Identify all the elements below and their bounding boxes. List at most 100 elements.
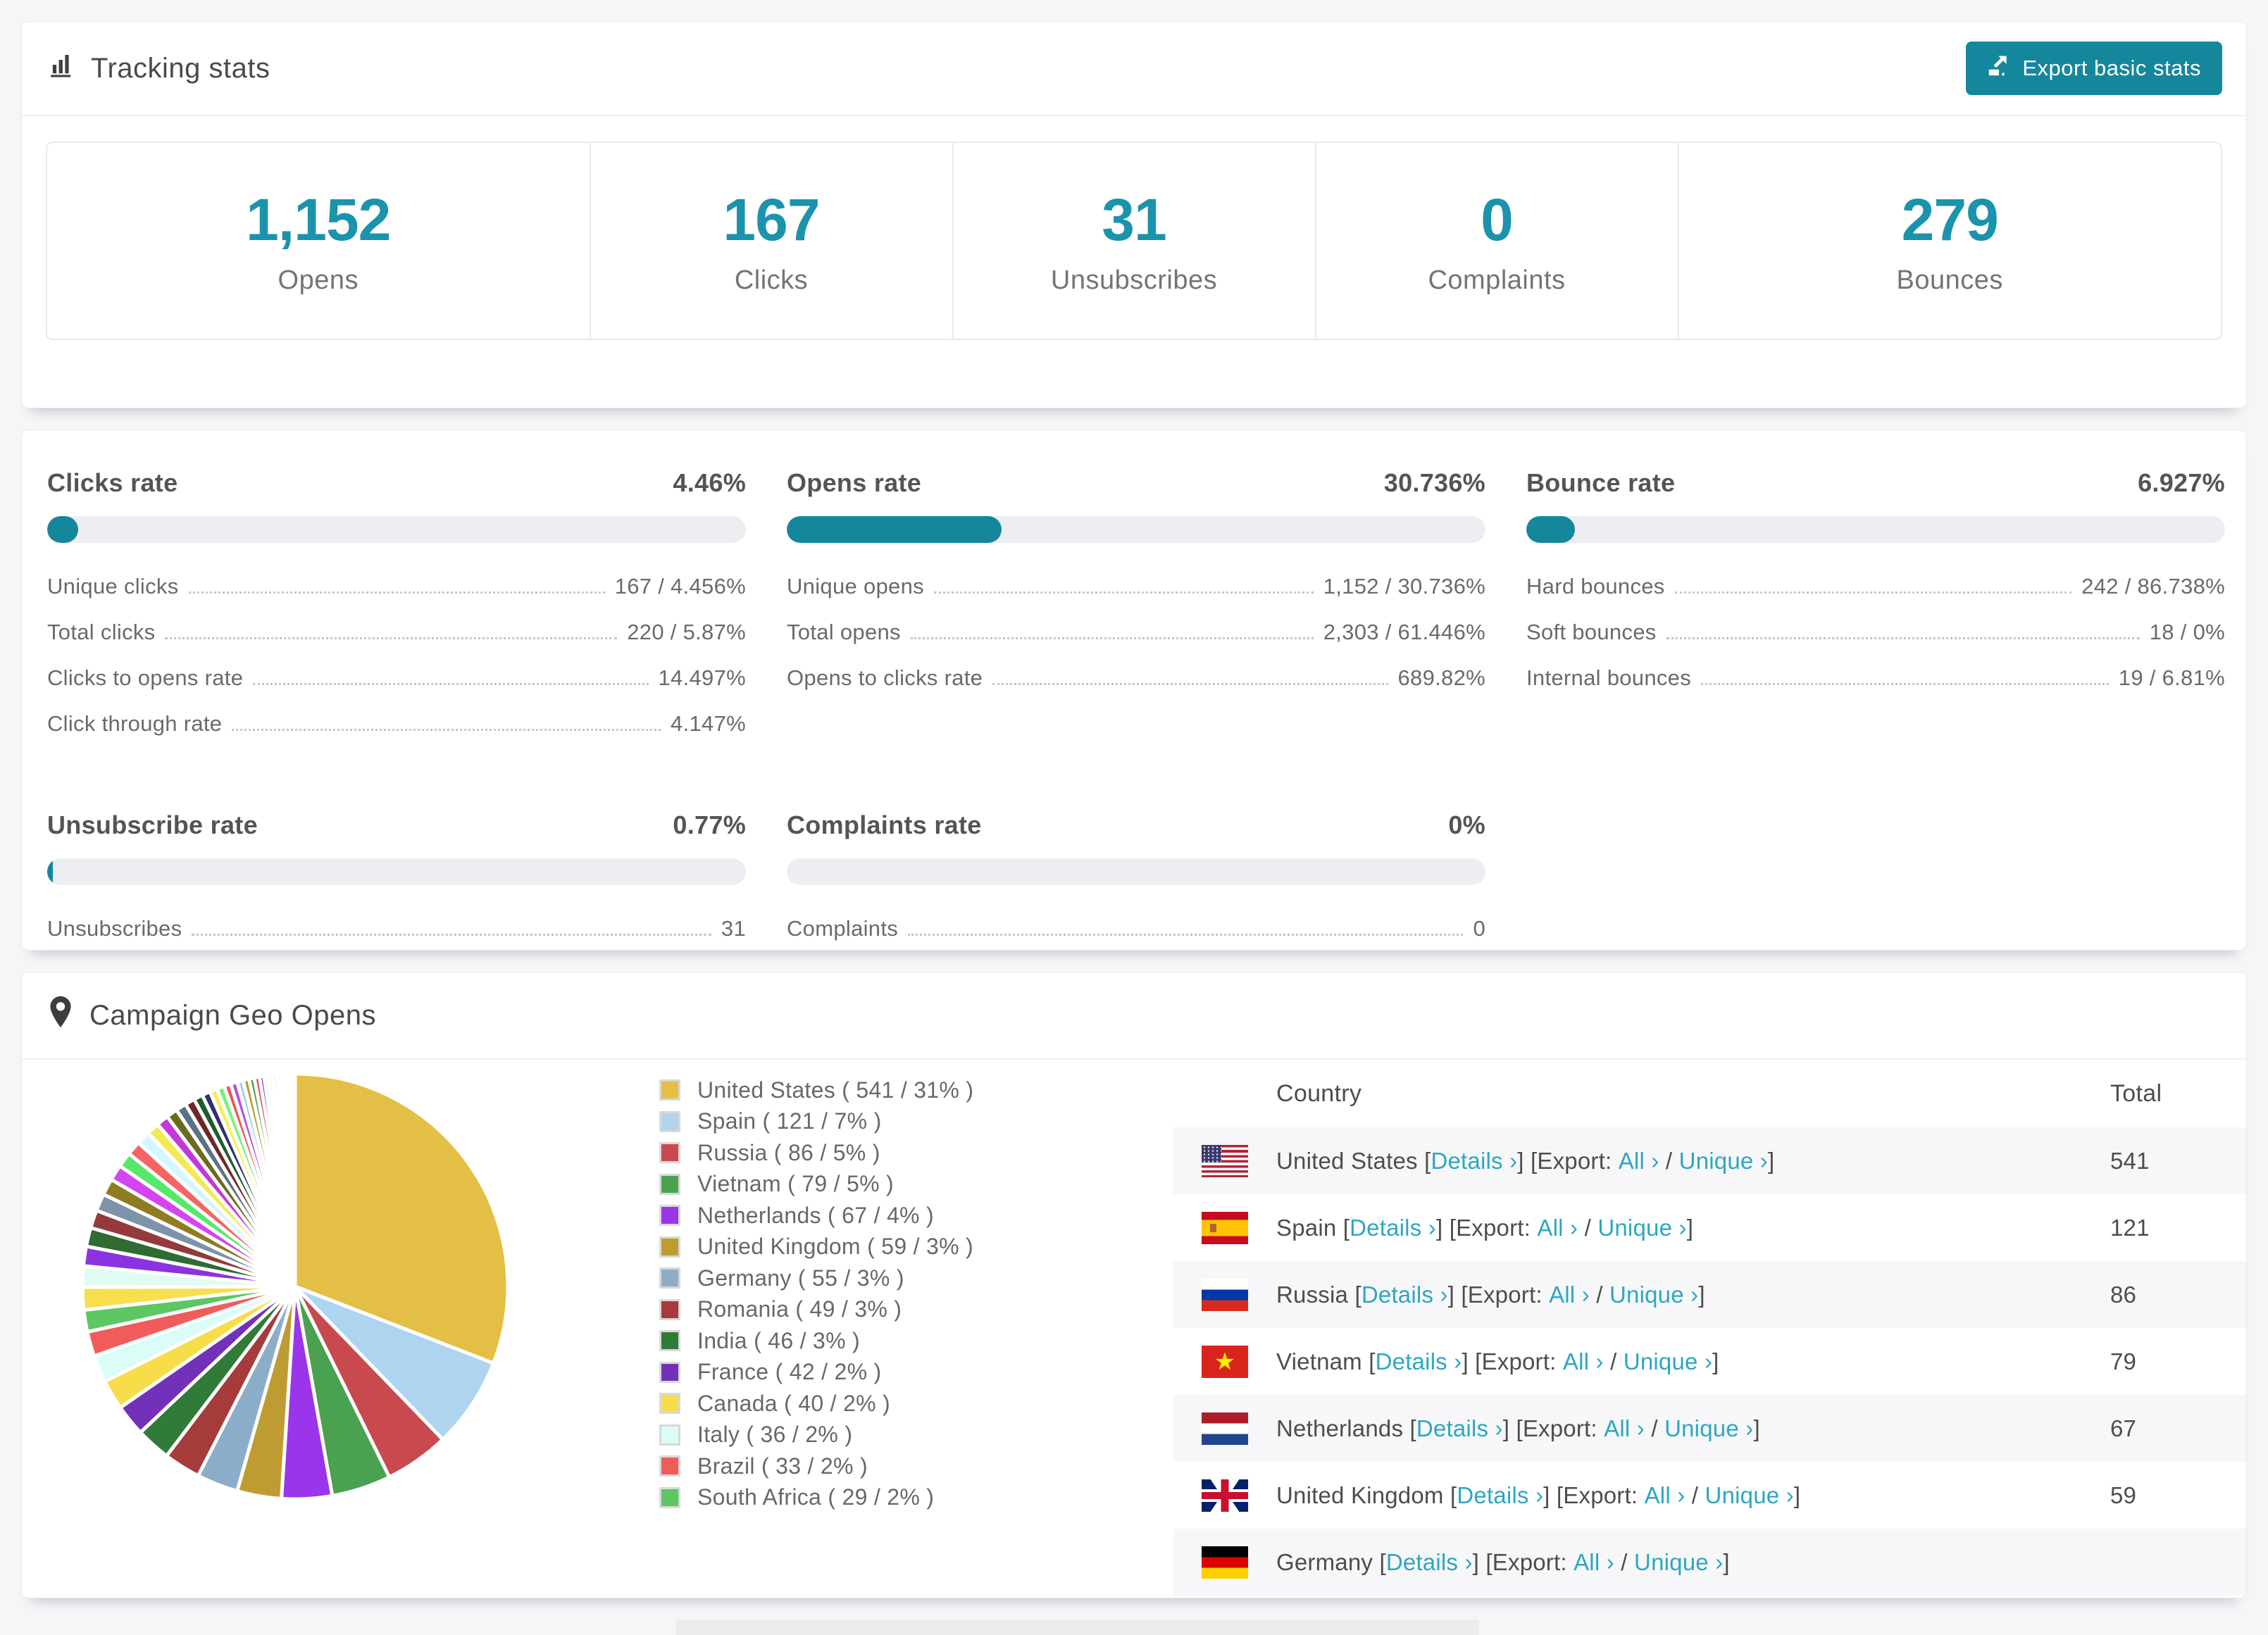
legend-item[interactable]: Canada ( 40 / 2% ) (659, 1391, 973, 1416)
export-all-link[interactable]: All › (1563, 1348, 1604, 1375)
rate-detail-value: 0 (1473, 916, 1485, 941)
legend-item[interactable]: France ( 42 / 2% ) (659, 1359, 973, 1384)
country-name: Russia [ (1276, 1281, 1362, 1308)
stat-cell: 0 Complaints (1316, 143, 1679, 339)
country-cell: Russia [Details ›] [Export: All › / Uniq… (1202, 1278, 1705, 1311)
legend-item[interactable]: Italy ( 36 / 2% ) (659, 1422, 973, 1447)
country-cell: Germany [Details ›] [Export: All › / Uni… (1202, 1546, 1730, 1579)
bracket-text: ] [Export: (1462, 1348, 1563, 1374)
details-link[interactable]: Details › (1457, 1482, 1543, 1509)
legend-item[interactable]: United Kingdom ( 59 / 3% ) (659, 1234, 973, 1259)
legend-item[interactable]: Brazil ( 33 / 2% ) (659, 1453, 973, 1479)
export-all-link[interactable]: All › (1645, 1482, 1686, 1509)
export-all-link[interactable]: All › (1549, 1282, 1590, 1308)
geo-table-body: United States [Details ›] [Export: All ›… (1173, 1127, 2246, 1596)
pie-slice[interactable] (292, 1072, 297, 1289)
details-link[interactable]: Details › (1386, 1549, 1473, 1576)
export-unique-link[interactable]: Unique › (1609, 1282, 1698, 1308)
rate-header: Complaints rate 0% (787, 810, 1485, 840)
rate-section: Bounce rate 6.927% Hard bounces 242 / 86.73… (1526, 468, 2225, 757)
bracket-text: ] [Export: (1447, 1281, 1550, 1308)
legend-item[interactable]: South Africa ( 29 / 2% ) (659, 1484, 973, 1510)
legend-item[interactable]: Romania ( 49 / 3% ) (659, 1296, 973, 1322)
progress-bar (47, 516, 746, 543)
tracking-stats-header: Tracking stats Export basic stats (22, 22, 2246, 115)
legend-item[interactable]: Germany ( 55 / 3% ) (659, 1265, 973, 1291)
country-cell: United States [Details ›] [Export: All ›… (1202, 1144, 1774, 1177)
stat-value: 31 (1102, 187, 1166, 253)
bracket-text: ] [Export: (1543, 1481, 1645, 1508)
progress-bar (1526, 516, 2225, 543)
separator-text: / (1614, 1548, 1635, 1575)
us-flag-icon (1202, 1144, 1248, 1177)
progress-bar-fill (47, 516, 79, 543)
total-value: 67 (2110, 1415, 2137, 1441)
bracket-text: ] (1753, 1415, 1760, 1441)
legend-swatch (659, 1298, 680, 1320)
legend-swatch (659, 1267, 680, 1289)
export-basic-stats-button[interactable]: Export basic stats (1966, 42, 2222, 95)
legend-swatch (659, 1205, 680, 1226)
stat-label: Opens (278, 265, 359, 295)
dotted-leader (908, 934, 1464, 936)
bracket-text: ] (1793, 1481, 1801, 1508)
legend-swatch (659, 1079, 680, 1101)
bracket-text: ] [Export: (1502, 1415, 1605, 1441)
rate-detail-row: Hard bounces 242 / 86.738% (1526, 574, 2225, 599)
legend-item[interactable]: Netherlands ( 67 / 4% ) (659, 1203, 973, 1228)
export-unique-link[interactable]: Unique › (1705, 1482, 1794, 1509)
table-row: United States [Details ›] [Export: All ›… (1173, 1127, 2246, 1194)
legend-item[interactable]: United States ( 541 / 31% ) (659, 1077, 973, 1103)
details-link[interactable]: Details › (1416, 1415, 1503, 1442)
rate-detail-row: Unique clicks 167 / 4.456% (47, 574, 746, 599)
export-all-link[interactable]: All › (1604, 1415, 1645, 1442)
ru-flag-icon (1202, 1278, 1248, 1311)
table-row: Russia [Details ›] [Export: All › / Uniq… (1173, 1261, 2246, 1328)
rate-title: Unsubscribe rate (47, 810, 258, 839)
export-unique-link[interactable]: Unique › (1624, 1348, 1712, 1375)
geo-pie-chart (70, 1061, 521, 1512)
dotted-leader (1674, 591, 2072, 594)
dotted-leader (188, 591, 605, 594)
export-unique-link[interactable]: Unique › (1664, 1415, 1753, 1442)
country-name: United Kingdom [ (1276, 1481, 1457, 1508)
country-cell: Spain [Details ›] [Export: All › / Uniqu… (1202, 1211, 1694, 1244)
total-value: 121 (2110, 1214, 2150, 1241)
separator-text: / (1685, 1481, 1705, 1508)
country-name: United States [ (1276, 1147, 1431, 1174)
export-all-link[interactable]: All › (1574, 1549, 1614, 1576)
rate-detail-label: Total clicks (47, 620, 156, 644)
legend-item[interactable]: Spain ( 121 / 7% ) (659, 1108, 973, 1134)
rate-detail-value: 18 / 0% (2149, 620, 2225, 644)
export-all-link[interactable]: All › (1537, 1215, 1578, 1241)
legend-item[interactable]: Vietnam ( 79 / 5% ) (659, 1171, 973, 1196)
legend-swatch (659, 1173, 680, 1195)
table-row: Spain [Details ›] [Export: All › / Uniqu… (1173, 1194, 2246, 1261)
export-all-link[interactable]: All › (1619, 1148, 1659, 1174)
details-link[interactable]: Details › (1376, 1348, 1462, 1375)
details-link[interactable]: Details › (1431, 1148, 1517, 1174)
dotted-leader (1666, 637, 2140, 639)
details-link[interactable]: Details › (1362, 1282, 1448, 1308)
export-unique-link[interactable]: Unique › (1634, 1549, 1723, 1576)
pie-legend: United States ( 541 / 31% ) Spain ( 121 /… (659, 1077, 973, 1510)
total-value: 79 (2110, 1348, 2137, 1374)
tracking-stats-title: Tracking stats (47, 50, 270, 87)
legend-item[interactable]: India ( 46 / 3% ) (659, 1328, 973, 1353)
rate-detail-value: 4.147% (671, 711, 746, 736)
export-icon (1987, 54, 2011, 83)
stats-row: 1,152 Opens 167 Clicks 31 Unsubscribes 0 Compla… (46, 142, 2222, 340)
rate-section: Complaints rate 0% Complaints 0 (787, 810, 1485, 950)
rate-detail-row: Unsubscribes 31 (47, 916, 746, 941)
export-unique-link[interactable]: Unique › (1679, 1148, 1768, 1174)
rate-title: Bounce rate (1526, 468, 1676, 497)
dotted-leader (992, 683, 1388, 685)
legend-label: Romania ( 49 / 3% ) (697, 1296, 902, 1322)
bracket-text: ] (1723, 1548, 1730, 1575)
separator-text: / (1578, 1214, 1598, 1241)
bracket-text: ] (1698, 1281, 1705, 1308)
legend-item[interactable]: Russia ( 86 / 5% ) (659, 1140, 973, 1165)
export-unique-link[interactable]: Unique › (1597, 1215, 1686, 1241)
details-link[interactable]: Details › (1350, 1215, 1436, 1241)
bracket-text: ] (1686, 1214, 1694, 1241)
